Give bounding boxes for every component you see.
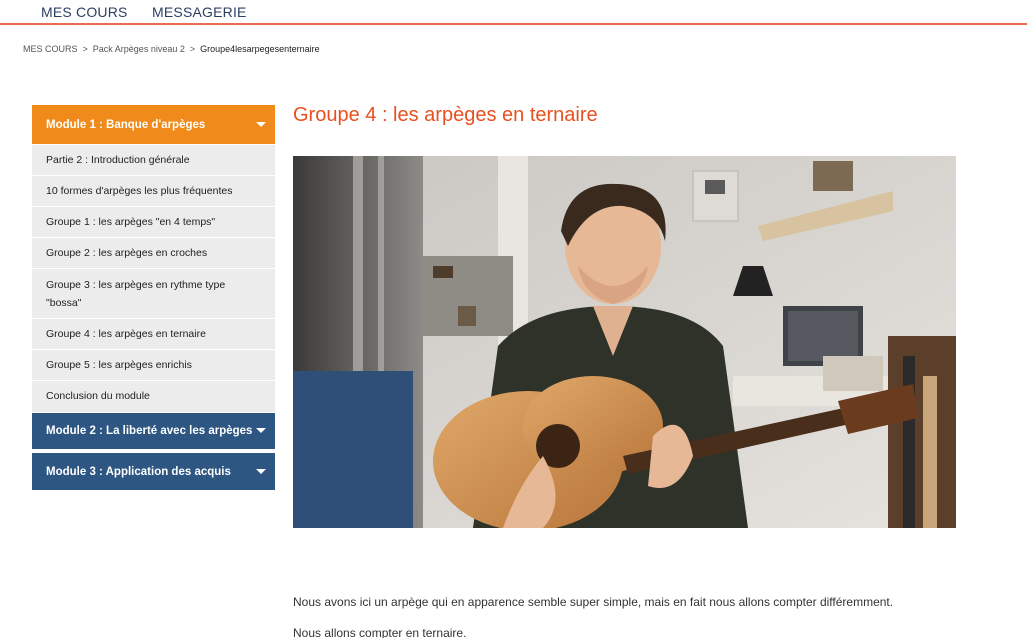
module-3-title: Module 3 : Application des acquis [46,465,231,478]
breadcrumb: MES COURS > Pack Arpèges niveau 2 > Groupe4l… [23,44,320,54]
lesson-item-conclusion[interactable]: Conclusion du module [32,381,275,412]
video-thumbnail [293,156,956,528]
chevron-down-icon [256,468,266,474]
module-1-header[interactable]: Module 1 : Banque d'arpèges [32,105,275,145]
lesson-item-group-4[interactable]: Groupe 4 : les arpèges en ternaire [32,319,275,350]
nav-link-messages[interactable]: MESSAGERIE [152,4,247,20]
breadcrumb-separator: > [189,44,196,54]
breadcrumb-courses[interactable]: MES COURS [23,44,78,54]
lesson-item-group-2[interactable]: Groupe 2 : les arpèges en croches [32,238,275,269]
module-2-header[interactable]: Module 2 : La liberté avec les arpèges [32,412,275,450]
module-2-title: Module 2 : La liberté avec les arpèges [46,425,253,437]
module-3-header[interactable]: Module 3 : Application des acquis [32,453,275,491]
breadcrumb-pack[interactable]: Pack Arpèges niveau 2 [93,44,185,54]
nav-link-courses[interactable]: MES COURS [41,4,128,20]
lesson-item-10-forms[interactable]: 10 formes d'arpèges les plus fréquentes [32,176,275,207]
lesson-title: Groupe 4 : les arpèges en ternaire [293,104,598,126]
chevron-down-icon [256,428,266,433]
chevron-down-icon [256,121,266,127]
video-player[interactable] [293,156,956,528]
lesson-paragraph: Nous allons compter en ternaire. [293,626,467,638]
module-1-lesson-list: Partie 2 : Introduction générale 10 form… [32,145,275,412]
top-navigation: MES COURS MESSAGERIE [0,0,1027,25]
lesson-item-group-1[interactable]: Groupe 1 : les arpèges "en 4 temps" [32,207,275,238]
module-1-title: Module 1 : Banque d'arpèges [46,118,206,131]
lesson-item-intro[interactable]: Partie 2 : Introduction générale [32,145,275,176]
lesson-item-group-3[interactable]: Groupe 3 : les arpèges en rythme type "b… [32,269,275,319]
breadcrumb-current: Groupe4lesarpegesenternaire [200,44,320,54]
lesson-item-group-5[interactable]: Groupe 5 : les arpèges enrichis [32,350,275,381]
lesson-paragraph: Nous avons ici un arpège qui en apparenc… [293,595,894,609]
course-sidebar: Module 1 : Banque d'arpèges Partie 2 : I… [32,105,275,491]
breadcrumb-separator: > [82,44,88,54]
